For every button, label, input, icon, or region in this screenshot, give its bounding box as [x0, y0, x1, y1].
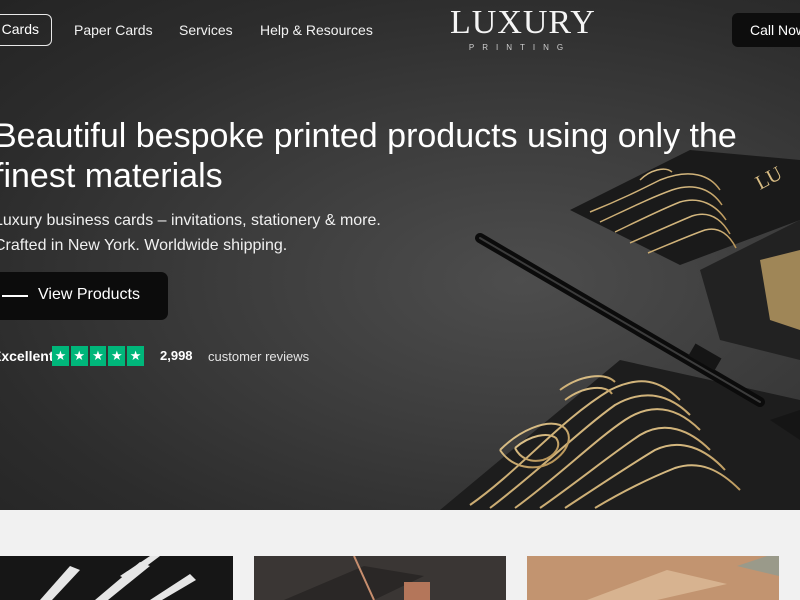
dash-icon: [2, 295, 28, 297]
hero-headline: Beautiful bespoke printed products using…: [0, 117, 737, 195]
logo-tagline: PRINTING: [468, 43, 572, 52]
star-icon: ★: [70, 346, 88, 366]
product-image-wood-card: [527, 556, 779, 600]
review-count: 2,998: [160, 348, 193, 363]
star-icon: ★: [127, 346, 144, 366]
product-image-black-white: [40, 556, 196, 600]
star-icon: ★: [52, 346, 69, 366]
rating-stars: ★ ★ ★ ★ ★: [52, 346, 144, 368]
nav-item-help-resources[interactable]: Help & Resources: [260, 22, 373, 38]
star-icon: ★: [89, 346, 107, 366]
product-card-image[interactable]: [0, 556, 233, 600]
logo-wordmark: LUXURY: [450, 4, 596, 41]
product-card-image[interactable]: [527, 556, 779, 600]
view-products-label: View Products: [38, 286, 140, 303]
rating-label: Excellent: [0, 348, 54, 364]
hero-subtext: Luxury business cards – invitations, sta…: [0, 208, 474, 258]
nav-item-paper-cards[interactable]: Paper Cards: [74, 22, 153, 38]
top-navigation: Cards Paper Cards Services Help & Resour…: [0, 0, 800, 60]
hero-subtext-line-2: Crafted in New York. Worldwide shipping.: [0, 237, 288, 254]
nav-item-cards[interactable]: Cards: [0, 14, 52, 46]
product-card-image[interactable]: [254, 556, 506, 600]
site-logo[interactable]: LUXURY PRINTING: [450, 4, 596, 58]
review-label: customer reviews: [208, 349, 310, 364]
hero-subtext-line-1: Luxury business cards – invitations, sta…: [0, 212, 381, 229]
nav-item-services[interactable]: Services: [179, 22, 233, 38]
view-products-button[interactable]: View Products: [0, 272, 168, 320]
hero-section: LU Cards Paper Cards Services Help & Res…: [0, 0, 800, 510]
call-now-button[interactable]: Call Now: [732, 13, 800, 47]
star-icon: ★: [108, 346, 126, 366]
product-image-dark-card: [284, 556, 430, 600]
product-card-row: [0, 556, 800, 600]
